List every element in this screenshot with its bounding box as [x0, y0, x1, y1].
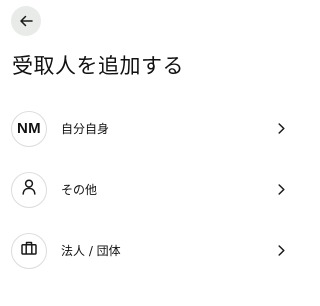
- option-business[interactable]: 法人 / 団体: [0, 220, 300, 281]
- back-button[interactable]: [11, 6, 41, 36]
- option-myself[interactable]: NM 自分自身: [0, 98, 300, 159]
- chevron-right-icon: [276, 123, 286, 135]
- recipient-type-list: NM 自分自身 その他 法人 / 団体: [0, 98, 300, 281]
- briefcase-icon: [21, 241, 37, 260]
- avatar-initials: NM: [17, 120, 41, 137]
- option-label: その他: [61, 183, 98, 197]
- arrow-left-icon: [19, 15, 33, 27]
- add-recipient-page: 受取人を追加する NM 自分自身 その他 法人 / 団体: [0, 0, 300, 306]
- option-label: 法人 / 団体: [61, 244, 121, 258]
- option-label: 自分自身: [61, 122, 110, 136]
- chevron-right-icon: [276, 245, 286, 257]
- avatar: [11, 232, 47, 269]
- chevron-right-icon: [276, 184, 286, 196]
- option-other[interactable]: その他: [0, 159, 300, 220]
- avatar: [11, 171, 47, 208]
- page-title: 受取人を追加する: [12, 54, 184, 78]
- person-icon: [22, 179, 36, 200]
- avatar: NM: [11, 110, 47, 147]
